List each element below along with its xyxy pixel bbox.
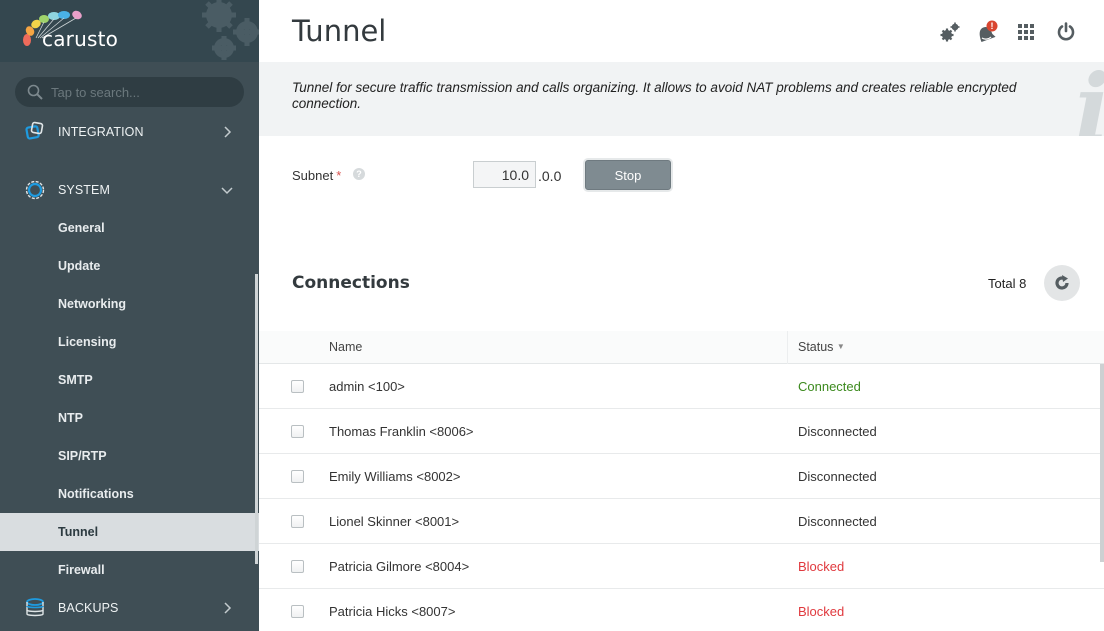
connections-table: Name Status ▼ admin <100> Connected Thomas… (259, 331, 1104, 631)
column-header-status[interactable]: Status ▼ (798, 340, 845, 354)
sidebar-item-label: Firewall (58, 563, 105, 577)
sidebar-search[interactable] (15, 77, 244, 107)
sidebar-section-label: INTEGRATION (58, 125, 144, 139)
row-name: Emily Williams <8002> (329, 469, 461, 484)
page-title: Tunnel (292, 14, 387, 48)
sidebar-item-label: Update (58, 259, 101, 273)
logo-text: carusto (42, 27, 119, 51)
sidebar-item-label: General (58, 221, 105, 235)
sidebar-item-tunnel[interactable]: Tunnel (0, 513, 259, 551)
integration-icon (25, 121, 44, 140)
sidebar-section-integration[interactable]: INTEGRATION (0, 113, 259, 151)
info-text: Tunnel for secure traffic transmission a… (292, 80, 1017, 111)
sidebar-item-networking[interactable]: Networking (0, 285, 256, 323)
chevron-right-icon (224, 126, 232, 138)
sidebar-item-general[interactable]: General (0, 209, 256, 247)
row-status: Blocked (798, 559, 845, 574)
notification-bell-icon: ! (979, 20, 998, 43)
sidebar-header: carusto (0, 0, 259, 62)
chevron-right-icon (224, 602, 232, 614)
search-icon (27, 84, 43, 100)
sidebar-item-ntp[interactable]: NTP (0, 399, 256, 437)
sidebar-item-label: Tunnel (58, 525, 99, 539)
sidebar-item-label: Licensing (58, 335, 117, 349)
sidebar-item-sip-rtp[interactable]: SIP/RTP (0, 437, 256, 475)
notification-badge: ! (991, 21, 994, 31)
connections-title: Connections (292, 273, 410, 293)
row-name: Patricia Gilmore <8004> (329, 559, 470, 574)
sidebar-item-firewall[interactable]: Firewall (0, 551, 256, 589)
sidebar-item-smtp[interactable]: SMTP (0, 361, 256, 399)
sidebar-scrollbar[interactable] (255, 274, 258, 564)
info-icon: i (1075, 62, 1104, 136)
row-checkbox[interactable] (291, 425, 304, 438)
power-icon (1057, 22, 1075, 41)
row-checkbox[interactable] (291, 560, 304, 573)
row-name: Thomas Franklin <8006> (329, 424, 474, 439)
sidebar-section-system[interactable]: SYSTEM (0, 171, 259, 209)
column-divider (787, 331, 788, 364)
row-status: Disconnected (798, 424, 877, 439)
sidebar-section-label: SYSTEM (58, 183, 110, 197)
required-mark: * (336, 168, 342, 183)
total-count: Total 8 (988, 276, 1027, 291)
stop-button[interactable]: Stop (585, 160, 671, 190)
subnet-suffix: .0.0 (538, 168, 562, 184)
system-gear-icon (25, 180, 45, 200)
table-body: admin <100> Connected Thomas Franklin <800… (259, 364, 1104, 631)
table-header: Name Status ▼ (259, 331, 1104, 364)
sort-desc-icon: ▼ (836, 342, 845, 351)
sidebar-item-update[interactable]: Update (0, 247, 256, 285)
row-status: Blocked (798, 604, 845, 619)
row-status: Disconnected (798, 514, 877, 529)
search-input[interactable] (51, 84, 231, 100)
sidebar-item-notifications[interactable]: Notifications (0, 475, 256, 513)
refresh-button[interactable] (1044, 265, 1080, 301)
row-checkbox[interactable] (291, 605, 304, 618)
main-content: Tunnel ! Tunnel for secure traffic trans… (259, 0, 1104, 631)
table-row[interactable]: Thomas Franklin <8006> Disconnected (259, 409, 1104, 454)
sidebar-item-label: SIP/RTP (58, 449, 107, 463)
table-row[interactable]: Patricia Hicks <8007> Blocked (259, 589, 1104, 631)
apps-grid-icon (1018, 24, 1034, 40)
sidebar-item-label: NTP (58, 411, 83, 425)
row-checkbox[interactable] (291, 380, 304, 393)
row-status: Connected (798, 379, 861, 394)
row-name: Lionel Skinner <8001> (329, 514, 460, 529)
row-status: Disconnected (798, 469, 877, 484)
sidebar-item-label: Notifications (58, 487, 134, 501)
table-row[interactable]: admin <100> Connected (259, 364, 1104, 409)
column-header-name[interactable]: Name (329, 340, 362, 354)
power-button[interactable] (1052, 18, 1080, 46)
sidebar-item-label: SMTP (58, 373, 93, 387)
sidebar-item-licensing[interactable]: Licensing (0, 323, 256, 361)
sidebar-item-label: Networking (58, 297, 127, 311)
row-name: admin <100> (329, 379, 405, 394)
settings-gears-icon (940, 22, 960, 42)
database-icon (26, 598, 44, 617)
apps-button[interactable] (1012, 18, 1040, 46)
table-row[interactable]: Patricia Gilmore <8004> Blocked (259, 544, 1104, 589)
table-row[interactable]: Lionel Skinner <8001> Disconnected (259, 499, 1104, 544)
column-header-status-label: Status (798, 340, 834, 354)
chevron-down-icon (221, 187, 233, 195)
settings-button[interactable] (936, 18, 964, 46)
row-checkbox[interactable] (291, 515, 304, 528)
subnet-input[interactable] (473, 161, 536, 188)
main-scrollbar[interactable] (1100, 364, 1104, 562)
decorative-gears-icon (202, 0, 259, 60)
table-row[interactable]: Emily Williams <8002> Disconnected (259, 454, 1104, 499)
sidebar-section-label: BACKUPS (58, 601, 119, 615)
row-name: Patricia Hicks <8007> (329, 604, 456, 619)
sidebar-section-backups[interactable]: BACKUPS (0, 589, 259, 627)
refresh-icon (1055, 275, 1069, 290)
sidebar: carusto Tap to search... INTEGRATION SYS… (0, 0, 259, 631)
info-banner: Tunnel for secure traffic transmission a… (259, 62, 1104, 136)
subnet-label: Subnet * (292, 168, 341, 183)
notifications-button[interactable]: ! (973, 18, 1001, 46)
subnet-label-text: Subnet (292, 168, 334, 183)
row-checkbox[interactable] (291, 470, 304, 483)
help-icon[interactable]: ? (353, 168, 365, 180)
